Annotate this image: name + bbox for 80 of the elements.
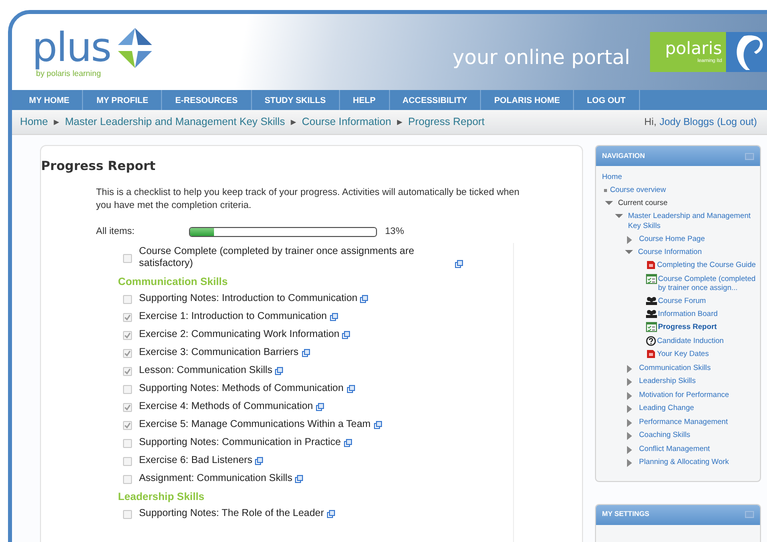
caret-icon[interactable] [627,459,632,467]
logo-text: plus [32,26,111,68]
external-link-icon [326,510,335,518]
breadcrumb-link[interactable]: Progress Report [408,116,485,128]
breadcrumb-separator: ► [395,117,404,127]
user-link[interactable]: Jody Bloggs [659,116,714,128]
checkbox[interactable] [123,312,132,322]
activity-link[interactable]: Exercise 1: Introduction to Communication [139,311,327,323]
checkbox[interactable] [123,510,132,518]
checklist-icon [646,274,657,284]
activity-link[interactable]: Supporting Notes: The Role of the Leader [139,508,324,520]
section-heading: Leadership Skills [118,490,206,505]
breadcrumb-separator: ► [288,117,298,127]
logout-link[interactable]: (Log out) [716,116,757,128]
external-link-icon [360,295,368,303]
caret-icon[interactable] [627,236,632,244]
activity-link[interactable]: Course Complete (completed by trainer once assignments are satisfactory) [139,246,452,270]
checkbox[interactable] [123,474,132,484]
external-link-icon [316,403,324,411]
caret-icon[interactable] [627,418,632,426]
activity-link[interactable]: Supporting Notes: Communication in Practice [139,437,341,449]
activity-link[interactable]: Lesson: Communication Skills [139,365,272,377]
caret-icon[interactable] [625,250,633,254]
checkbox[interactable] [123,420,132,430]
tagline: your online portal [452,45,630,69]
external-link-icon [302,349,310,357]
activity-link[interactable]: Exercise 5: Manage Communications Within a Team [139,419,371,431]
intro-text: This is a checklist to help you keep track of your progress. Activities will automatically be ticked when you have met the completion criteria. [96,187,520,212]
activity-link[interactable]: Exercise 2: Communicating Work Information [139,329,340,341]
activity-link[interactable]: Assignment: Communication Skills [139,473,292,485]
breadcrumb-link[interactable]: Home [20,116,48,128]
checkbox[interactable] [123,348,132,358]
caret-icon[interactable] [627,364,632,372]
breadcrumb-link[interactable]: Master Leadership and Management Key Skills [64,116,285,128]
progress-reading: 13% [385,226,404,237]
caret-icon[interactable] [615,214,623,218]
activity-link[interactable]: Supporting Notes: Methods of Communication [139,383,344,395]
external-link-icon [344,439,352,447]
people-icon [646,309,657,318]
caret-icon[interactable] [627,392,632,400]
external-link-icon [346,385,355,393]
external-link-icon [275,367,284,375]
checkbox[interactable] [123,438,132,448]
brand-name: polaris [665,40,722,58]
checklist-icon [646,322,657,332]
external-link-icon [455,260,463,268]
external-link-icon [295,475,304,483]
caret-icon[interactable] [627,405,632,413]
document-icon [646,260,656,270]
activity-link[interactable]: Supporting Notes: Introduction to Communication [139,293,358,305]
external-link-icon [255,457,264,465]
caret-icon[interactable] [605,201,613,205]
checkbox[interactable] [123,330,132,340]
caret-icon[interactable] [627,432,632,440]
logo-subtitle: by polaris learning [36,68,101,78]
breadcrumb-link[interactable]: Course Information [302,116,392,128]
activity-link[interactable]: Exercise 3: Communication Barriers [139,347,298,359]
document-icon [646,349,656,359]
section-heading: Communication Skills [118,275,229,290]
checkbox[interactable] [123,254,132,262]
caret-icon[interactable] [627,446,632,454]
people-icon [646,296,657,305]
checkbox[interactable] [123,366,132,376]
help-icon [646,336,656,346]
external-link-icon [330,313,338,321]
checkbox[interactable] [123,402,132,412]
checkbox[interactable] [123,294,132,304]
greeting: Hi, [644,116,656,128]
activity-link[interactable]: Exercise 4: Methods of Communication [139,401,313,413]
breadcrumb-separator: ► [52,117,61,127]
bullet-icon [604,189,607,192]
page-title: Progress Report [41,158,157,173]
external-link-icon [374,421,382,429]
checkbox[interactable] [123,456,132,466]
checkbox[interactable] [123,384,132,394]
progress-label: All items: [96,226,136,237]
activity-link[interactable]: Exercise 6: Bad Listeners [139,455,252,467]
caret-icon[interactable] [627,378,632,386]
external-link-icon [342,331,350,339]
swoosh-icon [726,32,767,72]
